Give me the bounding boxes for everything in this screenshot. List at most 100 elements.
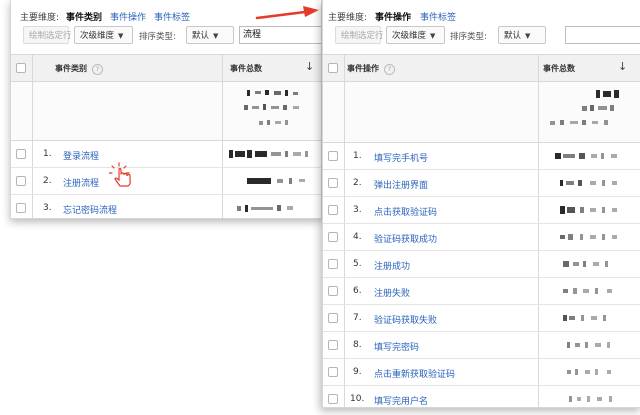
row-checkbox[interactable] [328,205,338,215]
search-input[interactable] [565,26,640,44]
row-checkbox[interactable] [328,313,338,323]
dimension-event-label-link[interactable]: 事件标签 [154,10,190,23]
select-all-checkbox[interactable] [16,63,26,73]
sort-type-dropdown[interactable]: 默认 ▼ [186,26,234,44]
row-link[interactable]: 登录流程 [63,149,99,162]
table-row: 6. 注册失败 [323,278,640,305]
column-header-total-events[interactable]: 事件总数 [543,63,575,74]
column-header-label: 事件类别 [55,64,87,73]
row-number: 10. [350,394,365,404]
redacted-value [567,368,625,376]
caret-down-icon: ▼ [118,32,124,40]
search-input[interactable]: 流程 [239,26,321,44]
row-number: 4. [353,232,362,242]
row-checkbox[interactable] [328,151,338,161]
toolbar: 绘制选定行 次级维度 ▼ 排序类型: 默认 ▼ [323,26,640,50]
table-row: 1. 登录流程 [11,141,321,168]
row-number: 3. [43,203,52,213]
redacted-value [560,233,625,241]
caret-down-icon: ▼ [525,32,531,40]
data-table: 事件操作? 事件总数 ↓ 1. 填写完手机号 2. 弹出注册界面 3. 点击获取… [323,54,640,407]
row-link[interactable]: 验证码获取失败 [374,313,437,326]
right-report-panel: 主要维度: 事件操作 事件标签 绘制选定行 次级维度 ▼ 排序类型: 默认 ▼ 事件… [322,0,640,408]
row-checkbox[interactable] [328,340,338,350]
column-header-event-category[interactable]: 事件类别? [55,63,103,75]
secondary-dimension-label: 次级维度 [392,31,427,41]
table-body: 1. 登录流程 2. 注册流程 3. 忘记密码流程 [11,141,321,218]
row-number: 1. [353,151,362,161]
sort-type-value: 默认 [192,31,210,41]
redacted-value [229,150,319,158]
table-row: 2. 注册流程 [11,168,321,195]
row-link[interactable]: 忘记密码流程 [63,203,117,216]
summary-row [323,82,640,143]
row-checkbox[interactable] [16,149,26,159]
table-row: 10. 填写完用户名 [323,386,640,407]
plot-rows-button[interactable]: 绘制选定行 [23,26,72,44]
row-number: 6. [353,286,362,296]
help-icon[interactable]: ? [384,64,395,75]
plot-rows-button[interactable]: 绘制选定行 [335,26,384,44]
row-number: 8. [353,340,362,350]
dimension-event-action-link[interactable]: 事件操作 [110,10,146,23]
row-checkbox[interactable] [328,286,338,296]
row-link[interactable]: 注册流程 [63,176,99,189]
row-checkbox[interactable] [328,232,338,242]
table-row: 5. 注册成功 [323,251,640,278]
table-row: 8. 填写完密码 [323,332,640,359]
redacted-value [563,260,625,268]
row-checkbox[interactable] [328,259,338,269]
table-row: 9. 点击重新获取验证码 [323,359,640,386]
row-number: 2. [353,178,362,188]
row-link[interactable]: 填写完手机号 [374,151,428,164]
row-link[interactable]: 注册成功 [374,259,410,272]
red-arrow-icon [255,6,319,20]
row-number: 9. [353,367,362,377]
redacted-value [560,206,625,214]
row-link[interactable]: 弹出注册界面 [374,178,428,191]
row-link[interactable]: 验证码获取成功 [374,232,437,245]
dimension-event-action[interactable]: 事件操作 [375,10,411,23]
table-row: 3. 点击获取验证码 [323,197,640,224]
row-number: 5. [353,259,362,269]
row-link[interactable]: 注册失败 [374,286,410,299]
primary-dimension-bar: 主要维度: 事件操作 事件标签 [323,0,640,28]
table-body: 1. 填写完手机号 2. 弹出注册界面 3. 点击获取验证码 4. 验证码获取成… [323,143,640,407]
row-checkbox[interactable] [16,203,26,213]
row-number: 7. [353,313,362,323]
row-link[interactable]: 点击获取验证码 [374,205,437,218]
sort-type-dropdown[interactable]: 默认 ▼ [498,26,546,44]
column-header-total-events[interactable]: 事件总数 [230,63,262,74]
dimension-event-label-link[interactable]: 事件标签 [420,10,456,23]
row-checkbox[interactable] [328,178,338,188]
help-icon[interactable]: ? [92,64,103,75]
column-header-event-action[interactable]: 事件操作? [347,63,395,75]
row-number: 3. [353,205,362,215]
sort-type-label: 排序类型: [450,32,487,42]
table-row: 2. 弹出注册界面 [323,170,640,197]
row-link[interactable]: 填写完密码 [374,340,419,353]
row-checkbox[interactable] [328,367,338,377]
secondary-dimension-dropdown[interactable]: 次级维度 ▼ [74,26,133,44]
sort-down-arrow-icon[interactable]: ↓ [618,60,627,73]
primary-dimension-label: 主要维度: [328,13,368,23]
row-checkbox[interactable] [16,176,26,186]
summary-row [11,82,321,141]
table-row: 3. 忘记密码流程 [11,195,321,218]
primary-dimension-label: 主要维度: [20,13,60,23]
column-header-label: 事件总数 [230,64,262,73]
select-all-checkbox[interactable] [328,63,338,73]
row-link[interactable]: 填写完用户名 [374,394,428,407]
secondary-dimension-dropdown[interactable]: 次级维度 ▼ [386,26,445,44]
row-checkbox[interactable] [328,394,338,404]
sort-down-arrow-icon[interactable]: ↓ [305,60,314,73]
table-header: 事件操作? 事件总数 ↓ [323,54,640,82]
redacted-value [555,152,625,160]
caret-down-icon: ▼ [213,32,219,40]
row-link[interactable]: 点击重新获取验证码 [374,367,455,380]
table-row: 1. 填写完手机号 [323,143,640,170]
table-row: 4. 验证码获取成功 [323,224,640,251]
dimension-event-category[interactable]: 事件类别 [66,10,102,23]
table-header: 事件类别? 事件总数 ↓ [11,54,321,82]
toolbar: 绘制选定行 次级维度 ▼ 排序类型: 默认 ▼ 流程 [11,26,321,50]
